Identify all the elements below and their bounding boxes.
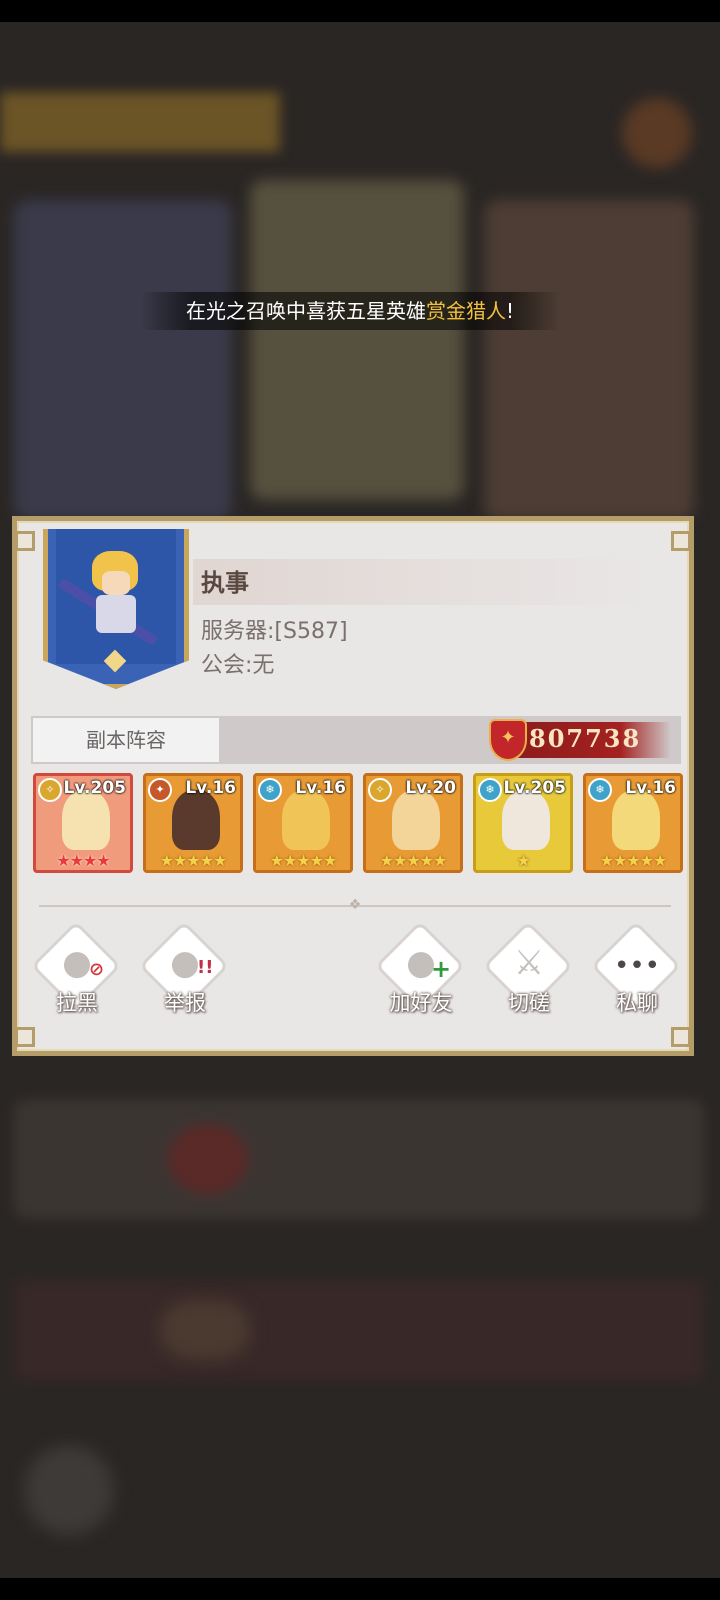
light-faction-icon: ✧ [38, 778, 62, 802]
hero-level: Lv.16 [295, 778, 346, 798]
notice-suffix: ! [505, 299, 515, 323]
summon-card-center [250, 180, 464, 500]
navigation-bar [0, 1578, 720, 1600]
hero-level: Lv.205 [503, 778, 566, 798]
notice-text: 在光之召唤中喜获五星英雄 [185, 299, 426, 323]
hero-slot[interactable]: ❄ Lv.16 ★★★★★ [583, 773, 683, 873]
panel-corner-ornament [671, 531, 691, 551]
hero-stars: ★★★★ [56, 851, 110, 870]
hero-stars: ★ [516, 851, 530, 870]
private-chat-button[interactable]: ••• 私聊 [589, 924, 685, 1029]
add-friend-button[interactable]: ● + 加好友 [373, 924, 469, 1029]
avatar-body [96, 595, 136, 633]
hero-slot[interactable]: ❄ Lv.16 ★★★★★ [253, 773, 353, 873]
avatar-face [102, 571, 130, 595]
hero-level: Lv.16 [625, 778, 676, 798]
summon-card-left [14, 200, 232, 520]
report-button[interactable]: ● !! 举报 [137, 924, 233, 1029]
report-icon: !! [197, 957, 214, 978]
hero-portrait [172, 790, 220, 850]
player-avatar[interactable] [43, 529, 189, 689]
background-avatar [160, 1300, 250, 1360]
hero-lineup: ✧ Lv.205 ★★★★ ✦ Lv.16 ★★★★★ ❄ Lv.16 ★★★★… [33, 773, 683, 879]
beast-faction-icon: ✦ [148, 778, 172, 802]
chat-bubble-icon: ••• [613, 951, 660, 981]
spar-label: 切磋 [508, 991, 550, 1015]
person-icon: ● [170, 943, 200, 983]
summon-card-right [484, 200, 694, 520]
hero-stars: ★★★★★ [599, 851, 668, 870]
combat-power-icon: ✦ [489, 719, 527, 761]
hero-portrait [502, 790, 550, 850]
hero-portrait [282, 790, 330, 850]
hero-slot[interactable]: ✦ Lv.16 ★★★★★ [143, 773, 243, 873]
crossed-swords-icon: ⚔ [513, 943, 545, 983]
event-banner [0, 92, 280, 152]
block-button[interactable]: ● ⊘ 拉黑 [29, 924, 125, 1029]
panel-corner-ornament [15, 531, 35, 551]
plus-icon: + [431, 955, 452, 983]
person-icon: ● [62, 943, 92, 983]
combat-power: ✦ 807738 [489, 719, 671, 761]
combat-power-value: 807738 [529, 724, 642, 753]
currency-icon [622, 98, 692, 168]
tab-dungeon-lineup[interactable]: 副本阵容 [33, 718, 219, 762]
hero-slot[interactable]: ✧ Lv.205 ★★★★ [33, 773, 133, 873]
hero-portrait [392, 790, 440, 850]
player-name: 执事 [201, 569, 249, 597]
name-band [193, 559, 653, 605]
notice-hero-name: 赏金猎人 [425, 299, 506, 323]
block-label: 拉黑 [56, 991, 98, 1015]
add-friend-label: 加好友 [389, 991, 453, 1015]
player-server: 服务器:[S587] [201, 619, 348, 644]
hero-slot[interactable]: ✧ Lv.20 ★★★★★ [363, 773, 463, 873]
hero-level: Lv.16 [185, 778, 236, 798]
hero-stars: ★★★★★ [159, 851, 228, 870]
action-bar: ● ⊘ 拉黑 ● !! 举报 ● + 加好友 ⚔ 切磋 ••• 私聊 [17, 924, 689, 1039]
hero-stars: ★★★★★ [269, 851, 338, 870]
person-icon: ● [406, 943, 436, 983]
player-guild: 公会:无 [201, 653, 275, 678]
hero-level: Lv.20 [405, 778, 456, 798]
background-button [24, 1445, 114, 1535]
hero-portrait [62, 790, 110, 850]
report-label: 举报 [164, 991, 206, 1015]
hero-stars: ★★★★★ [379, 851, 448, 870]
background-list-row [14, 1100, 704, 1218]
status-bar [0, 0, 720, 22]
background-list-row [14, 1280, 704, 1380]
ice-faction-icon: ❄ [258, 778, 282, 802]
ice-faction-icon: ❄ [588, 778, 612, 802]
summon-broadcast-notice: 在光之召唤中喜获五星英雄赏金猎人! [140, 292, 560, 330]
block-icon: ⊘ [89, 959, 105, 980]
private-chat-label: 私聊 [616, 991, 658, 1015]
hero-portrait [612, 790, 660, 850]
spar-button[interactable]: ⚔ 切磋 [481, 924, 577, 1029]
light-faction-icon: ✧ [368, 778, 392, 802]
player-info-panel: 执事 服务器:[S587] 公会:无 副本阵容 ✦ 807738 ✧ Lv.20… [12, 516, 694, 1056]
lineup-bar: 副本阵容 ✦ 807738 [31, 716, 681, 764]
hero-slot[interactable]: ❄ Lv.205 ★ [473, 773, 573, 873]
background-avatar [168, 1124, 248, 1194]
divider-ornament-icon: ❖ [348, 897, 362, 913]
hero-level: Lv.205 [63, 778, 126, 798]
ice-faction-icon: ❄ [478, 778, 502, 802]
